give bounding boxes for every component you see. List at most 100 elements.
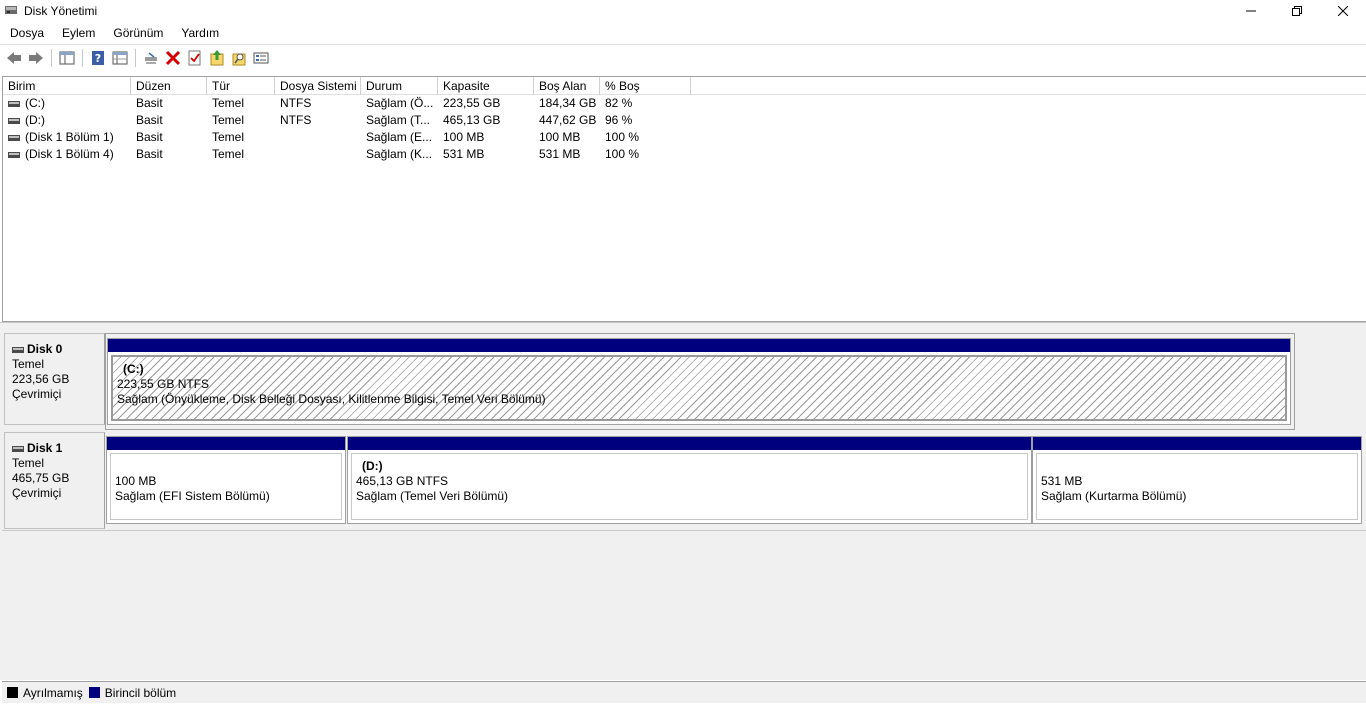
- disk-icon: [12, 346, 24, 353]
- check-button[interactable]: [184, 47, 206, 69]
- column-bos-alan[interactable]: Boş Alan: [534, 77, 600, 95]
- close-button[interactable]: [1320, 0, 1366, 22]
- menu-gorunum[interactable]: Görünüm: [105, 22, 171, 44]
- forward-button[interactable]: [25, 47, 47, 69]
- disk-status: Çevrimiçi: [12, 486, 62, 500]
- disk-status: Çevrimiçi: [12, 387, 62, 401]
- volume-icon: [8, 134, 20, 141]
- minimize-button[interactable]: [1228, 0, 1274, 22]
- properties-button[interactable]: [109, 47, 131, 69]
- find-icon: [232, 53, 246, 65]
- column-yuzde-bos[interactable]: % Boş: [600, 77, 691, 95]
- menu-yardim[interactable]: Yardım: [173, 22, 227, 44]
- cell-free-space: 100 MB: [539, 130, 581, 144]
- cell-status: Sağlam (Ö...: [366, 96, 434, 110]
- volume-name: (Disk 1 Bölüm 4): [25, 147, 114, 161]
- volume-icon: [8, 117, 20, 124]
- delete-button[interactable]: [162, 47, 184, 69]
- console-tree-icon: [59, 51, 75, 64]
- partition-status: Sağlam (Kurtarma Bölümü): [1041, 489, 1187, 503]
- volume-name: (C:): [25, 96, 45, 110]
- table-row[interactable]: (C:) Basit Temel NTFS Sağlam (Ö... 223,5…: [3, 95, 1366, 112]
- cell-layout: Basit: [136, 113, 163, 127]
- partition-size: 100 MB: [115, 474, 157, 488]
- cell-layout: Basit: [136, 147, 163, 161]
- find-button[interactable]: [228, 47, 250, 69]
- primary-partition-bar: [1033, 437, 1361, 450]
- cell-status: Sağlam (K...: [366, 147, 433, 161]
- cell-name: (C:): [3, 95, 131, 112]
- column-tur[interactable]: Tür: [207, 77, 275, 95]
- console-tree-button[interactable]: [56, 47, 78, 69]
- column-duzen[interactable]: Düzen: [131, 77, 207, 95]
- cell-capacity: 100 MB: [443, 130, 485, 144]
- table-row[interactable]: (Disk 1 Bölüm 4) Basit Temel Sağlam (K..…: [3, 146, 1366, 163]
- cell-capacity: 223,55 GB: [443, 96, 501, 110]
- partition-d[interactable]: (D:) 465,13 GB NTFS Sağlam (Temel Veri B…: [347, 436, 1032, 524]
- cell-type: Temel: [212, 130, 245, 144]
- volume-name: (Disk 1 Bölüm 1): [25, 130, 114, 144]
- toolbar-separator: [51, 48, 52, 67]
- cell-type: Temel: [212, 96, 245, 110]
- cell-capacity: 465,13 GB: [443, 113, 501, 127]
- disk-type: Temel: [12, 456, 45, 470]
- table-row[interactable]: (Disk 1 Bölüm 1) Basit Temel Sağlam (E..…: [3, 129, 1366, 146]
- cell-percent-free: 100 %: [605, 130, 640, 144]
- disk-graphical-view: Disk 0 Temel 223,56 GB Çevrimiçi (C:) 22…: [0, 328, 1366, 680]
- partition-c[interactable]: (C:) 223,55 GB NTFS Sağlam (Önyükleme, D…: [107, 338, 1291, 425]
- check-icon: [188, 50, 201, 65]
- cell-layout: Basit: [136, 130, 163, 144]
- primary-partition-bar: [108, 339, 1290, 352]
- export-button[interactable]: [206, 47, 228, 69]
- list-view-button[interactable]: [250, 47, 272, 69]
- delete-icon: [165, 50, 181, 65]
- toolbar: ?: [0, 44, 1366, 70]
- connect-disk-button[interactable]: [140, 47, 162, 69]
- partition-body: (D:) 465,13 GB NTFS Sağlam (Temel Veri B…: [351, 453, 1028, 520]
- cell-status: Sağlam (T...: [366, 113, 431, 127]
- volume-name: (D:): [25, 113, 45, 127]
- disk-icon: [12, 445, 24, 452]
- volume-list: Birim Düzen Tür Dosya Sistemi Durum Kapa…: [2, 76, 1366, 322]
- column-kapasite[interactable]: Kapasite: [438, 77, 534, 95]
- cell-filesystem: NTFS: [280, 96, 312, 110]
- window-title: Disk Yönetimi: [24, 4, 98, 18]
- cell-filesystem: [275, 129, 361, 146]
- cell-free-space: 447,62 GB: [539, 113, 597, 127]
- table-row[interactable]: (D:) Basit Temel NTFS Sağlam (T... 465,1…: [3, 112, 1366, 129]
- cell-name: (Disk 1 Bölüm 4): [3, 146, 131, 163]
- toolbar-separator: [135, 48, 136, 67]
- menu-dosya[interactable]: Dosya: [2, 22, 52, 44]
- partition-efi[interactable]: 100 MB Sağlam (EFI Sistem Bölümü): [106, 436, 346, 524]
- back-arrow-icon: [7, 51, 21, 64]
- disk-divider: [2, 530, 1366, 531]
- minimize-icon: [1246, 10, 1256, 12]
- disk-size: 465,75 GB: [12, 471, 70, 485]
- column-birim[interactable]: Birim: [3, 77, 131, 95]
- disk-0-label[interactable]: Disk 0 Temel 223,56 GB Çevrimiçi: [4, 333, 105, 425]
- legend-primary-partition: Birincil bölüm: [104, 685, 177, 700]
- help-button[interactable]: ?: [87, 47, 109, 69]
- legend-unallocated: Ayrılmamış: [23, 685, 83, 700]
- restore-button[interactable]: [1274, 0, 1320, 22]
- volume-list-header: Birim Düzen Tür Dosya Sistemi Durum Kapa…: [3, 77, 1366, 95]
- forward-arrow-icon: [29, 51, 43, 64]
- primary-partition-bar: [348, 437, 1031, 450]
- column-dosya-sistemi[interactable]: Dosya Sistemi: [275, 77, 361, 95]
- partition-recovery[interactable]: 531 MB Sağlam (Kurtarma Bölümü): [1032, 436, 1362, 524]
- partition-size: 531 MB: [1041, 474, 1083, 488]
- primary-partition-bar: [107, 437, 345, 450]
- disk-size: 223,56 GB: [12, 372, 70, 386]
- export-icon: [210, 49, 224, 65]
- volume-icon: [8, 100, 20, 107]
- properties-grid-icon: [112, 51, 128, 64]
- unallocated-swatch: [7, 687, 18, 698]
- cell-name: (D:): [3, 112, 131, 129]
- partition-status: Sağlam (Önyükleme, Disk Belleği Dosyası,…: [117, 392, 546, 406]
- back-button[interactable]: [3, 47, 25, 69]
- partition-body: 100 MB Sağlam (EFI Sistem Bölümü): [110, 453, 342, 520]
- menu-eylem[interactable]: Eylem: [54, 22, 103, 44]
- disk-1-label[interactable]: Disk 1 Temel 465,75 GB Çevrimiçi: [4, 432, 105, 529]
- disk-type: Temel: [12, 357, 45, 371]
- column-durum[interactable]: Durum: [361, 77, 438, 95]
